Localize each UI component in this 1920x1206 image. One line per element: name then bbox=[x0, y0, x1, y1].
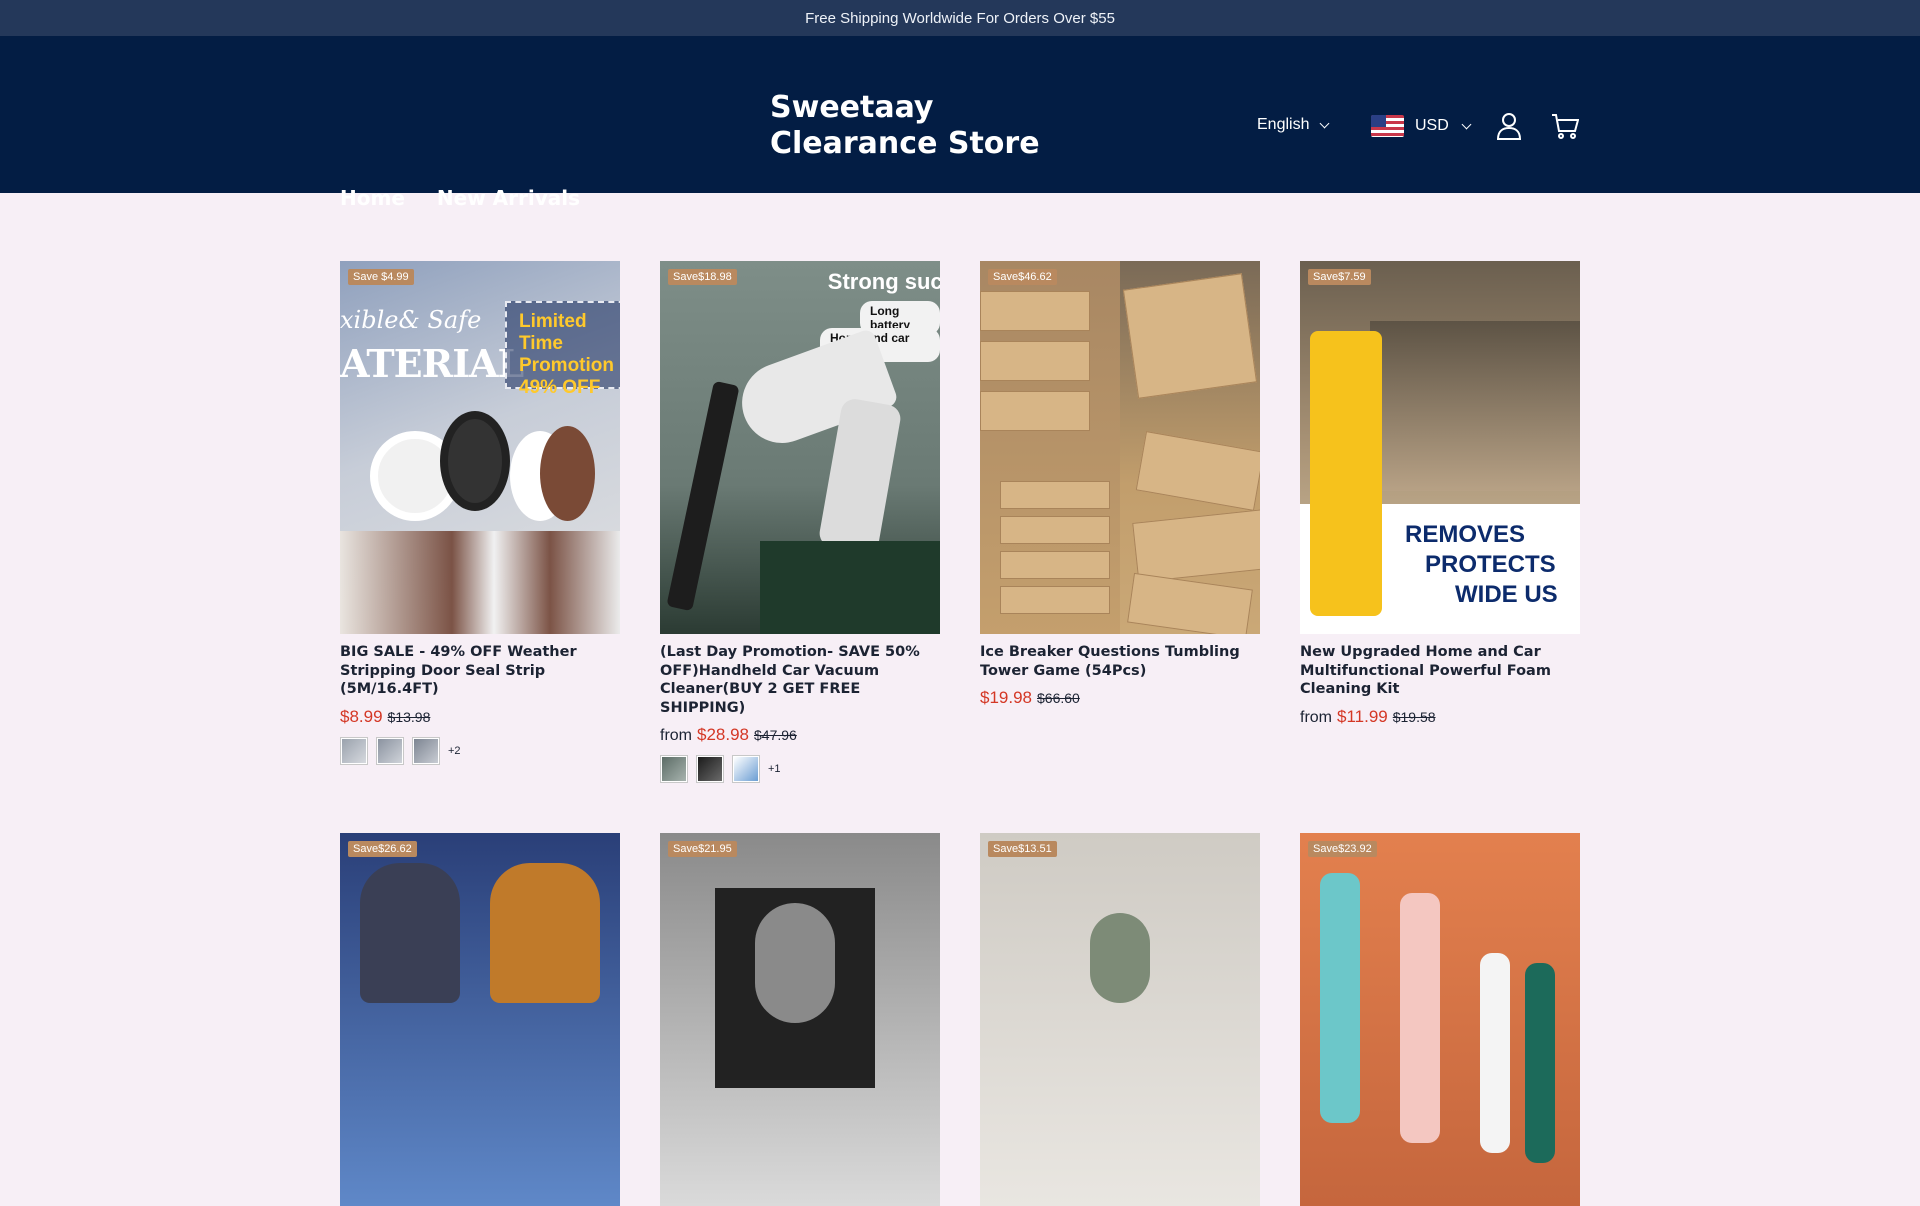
product-card[interactable]: Save$26.62 bbox=[340, 833, 620, 1206]
product-title[interactable]: BIG SALE - 49% OFF Weather Stripping Doo… bbox=[340, 643, 620, 699]
image-promo-box: Limited Time Promotion 49% OFF bbox=[505, 301, 620, 398]
product-card[interactable]: Save$21.95 bbox=[660, 833, 940, 1206]
image-headline: ATERIAL bbox=[340, 341, 524, 386]
sale-price: $28.98 bbox=[697, 725, 749, 744]
image-headline: Strong suct bbox=[827, 269, 940, 294]
sale-price: $11.99 bbox=[1337, 706, 1388, 726]
save-badge: Save$7.59 bbox=[1308, 269, 1371, 285]
main-nav: Home New Arrivals bbox=[340, 186, 580, 210]
product-image[interactable]: Save$21.95 bbox=[660, 833, 940, 1206]
variant-swatch[interactable] bbox=[340, 736, 368, 765]
currency-label: USD bbox=[1415, 117, 1449, 134]
product-price: $8.99 $13.98 bbox=[340, 707, 620, 727]
product-image[interactable]: REMOVES PROTECTS WIDE US Save$7.59 bbox=[1300, 261, 1580, 634]
product-card[interactable]: xible& Safe ATERIAL Limited Time Promoti… bbox=[340, 261, 620, 783]
site-header: Sweetaay Clearance Store English USD Hom… bbox=[0, 36, 1920, 210]
variant-swatch[interactable] bbox=[660, 755, 688, 783]
variant-swatch[interactable] bbox=[376, 736, 404, 765]
announcement-text: Free Shipping Worldwide For Orders Over … bbox=[805, 9, 1115, 27]
product-image[interactable]: Save$13.51 bbox=[980, 833, 1260, 1206]
variant-swatches: +2 bbox=[340, 736, 620, 765]
currency-selector[interactable]: USD bbox=[1371, 115, 1472, 137]
image-feature-text: PROTECTS bbox=[1425, 551, 1556, 578]
product-card[interactable]: Save$13.51 bbox=[980, 833, 1260, 1206]
nav-home[interactable]: Home bbox=[340, 186, 405, 210]
product-title[interactable]: New Upgraded Home and Car Multifunctiona… bbox=[1300, 643, 1580, 699]
price-from-label: from bbox=[660, 727, 692, 744]
sale-price: $19.98 bbox=[980, 688, 1032, 707]
product-image[interactable]: xible& Safe ATERIAL Limited Time Promoti… bbox=[340, 261, 620, 634]
save-badge: Save$21.95 bbox=[668, 841, 737, 857]
product-price: from $11.99 $19.58 bbox=[1300, 707, 1580, 727]
variant-swatch[interactable] bbox=[696, 755, 724, 783]
product-card[interactable]: Save$23.92 bbox=[1300, 833, 1580, 1206]
variant-swatch[interactable] bbox=[412, 736, 440, 765]
product-grid: xible& Safe ATERIAL Limited Time Promoti… bbox=[340, 261, 1580, 1206]
account-icon[interactable] bbox=[1496, 112, 1522, 140]
more-variants[interactable]: +2 bbox=[448, 745, 461, 757]
compare-price: $47.96 bbox=[754, 727, 797, 743]
more-variants[interactable]: +1 bbox=[768, 763, 781, 775]
price-from-label: from bbox=[1300, 708, 1332, 726]
image-feature-text: REMOVES bbox=[1405, 521, 1526, 548]
product-image[interactable]: Save$46.62 bbox=[980, 261, 1260, 634]
chevron-down-icon bbox=[1461, 119, 1472, 129]
product-image[interactable]: Strong suct Long battery Home and car du… bbox=[660, 261, 940, 634]
save-badge: Save$13.51 bbox=[988, 841, 1057, 857]
compare-price: $13.98 bbox=[387, 708, 431, 725]
save-badge: Save$18.98 bbox=[668, 269, 737, 285]
language-selector[interactable]: English bbox=[1257, 116, 1330, 134]
save-badge: Save $4.99 bbox=[348, 269, 414, 285]
language-label: English bbox=[1257, 116, 1310, 133]
save-badge: Save$26.62 bbox=[348, 841, 417, 857]
sale-price: $8.99 bbox=[340, 706, 383, 726]
cart-icon[interactable] bbox=[1551, 112, 1579, 140]
nav-new-arrivals[interactable]: New Arrivals bbox=[437, 186, 580, 210]
compare-price: $19.58 bbox=[1392, 708, 1436, 725]
announcement-bar: Free Shipping Worldwide For Orders Over … bbox=[0, 0, 1920, 36]
product-card[interactable]: Save$46.62 Ice Breaker Questions Tumblin… bbox=[980, 261, 1260, 783]
save-badge: Save$46.62 bbox=[988, 269, 1057, 285]
product-bottle bbox=[1310, 331, 1382, 616]
product-card[interactable]: REMOVES PROTECTS WIDE US Save$7.59 New U… bbox=[1300, 261, 1580, 783]
us-flag-icon bbox=[1371, 115, 1404, 137]
variant-swatches: +1 bbox=[660, 755, 940, 783]
product-image[interactable]: Save$26.62 bbox=[340, 833, 620, 1206]
save-badge: Save$23.92 bbox=[1308, 841, 1377, 857]
image-script-text: xible& Safe bbox=[340, 306, 482, 334]
image-feature-text: WIDE US bbox=[1455, 581, 1558, 608]
product-title[interactable]: (Last Day Promotion- SAVE 50% OFF)Handhe… bbox=[660, 643, 940, 717]
chevron-down-icon bbox=[1320, 118, 1330, 128]
product-title[interactable]: Ice Breaker Questions Tumbling Tower Gam… bbox=[980, 643, 1260, 680]
product-card[interactable]: Strong suct Long battery Home and car du… bbox=[660, 261, 940, 783]
product-price: from $28.98 $47.96 bbox=[660, 725, 940, 745]
store-logo[interactable]: Sweetaay Clearance Store bbox=[770, 90, 1110, 162]
product-image[interactable]: Save$23.92 bbox=[1300, 833, 1580, 1206]
variant-swatch[interactable] bbox=[732, 755, 760, 783]
product-price: $19.98 $66.60 bbox=[980, 688, 1260, 708]
compare-price: $66.60 bbox=[1037, 690, 1080, 706]
